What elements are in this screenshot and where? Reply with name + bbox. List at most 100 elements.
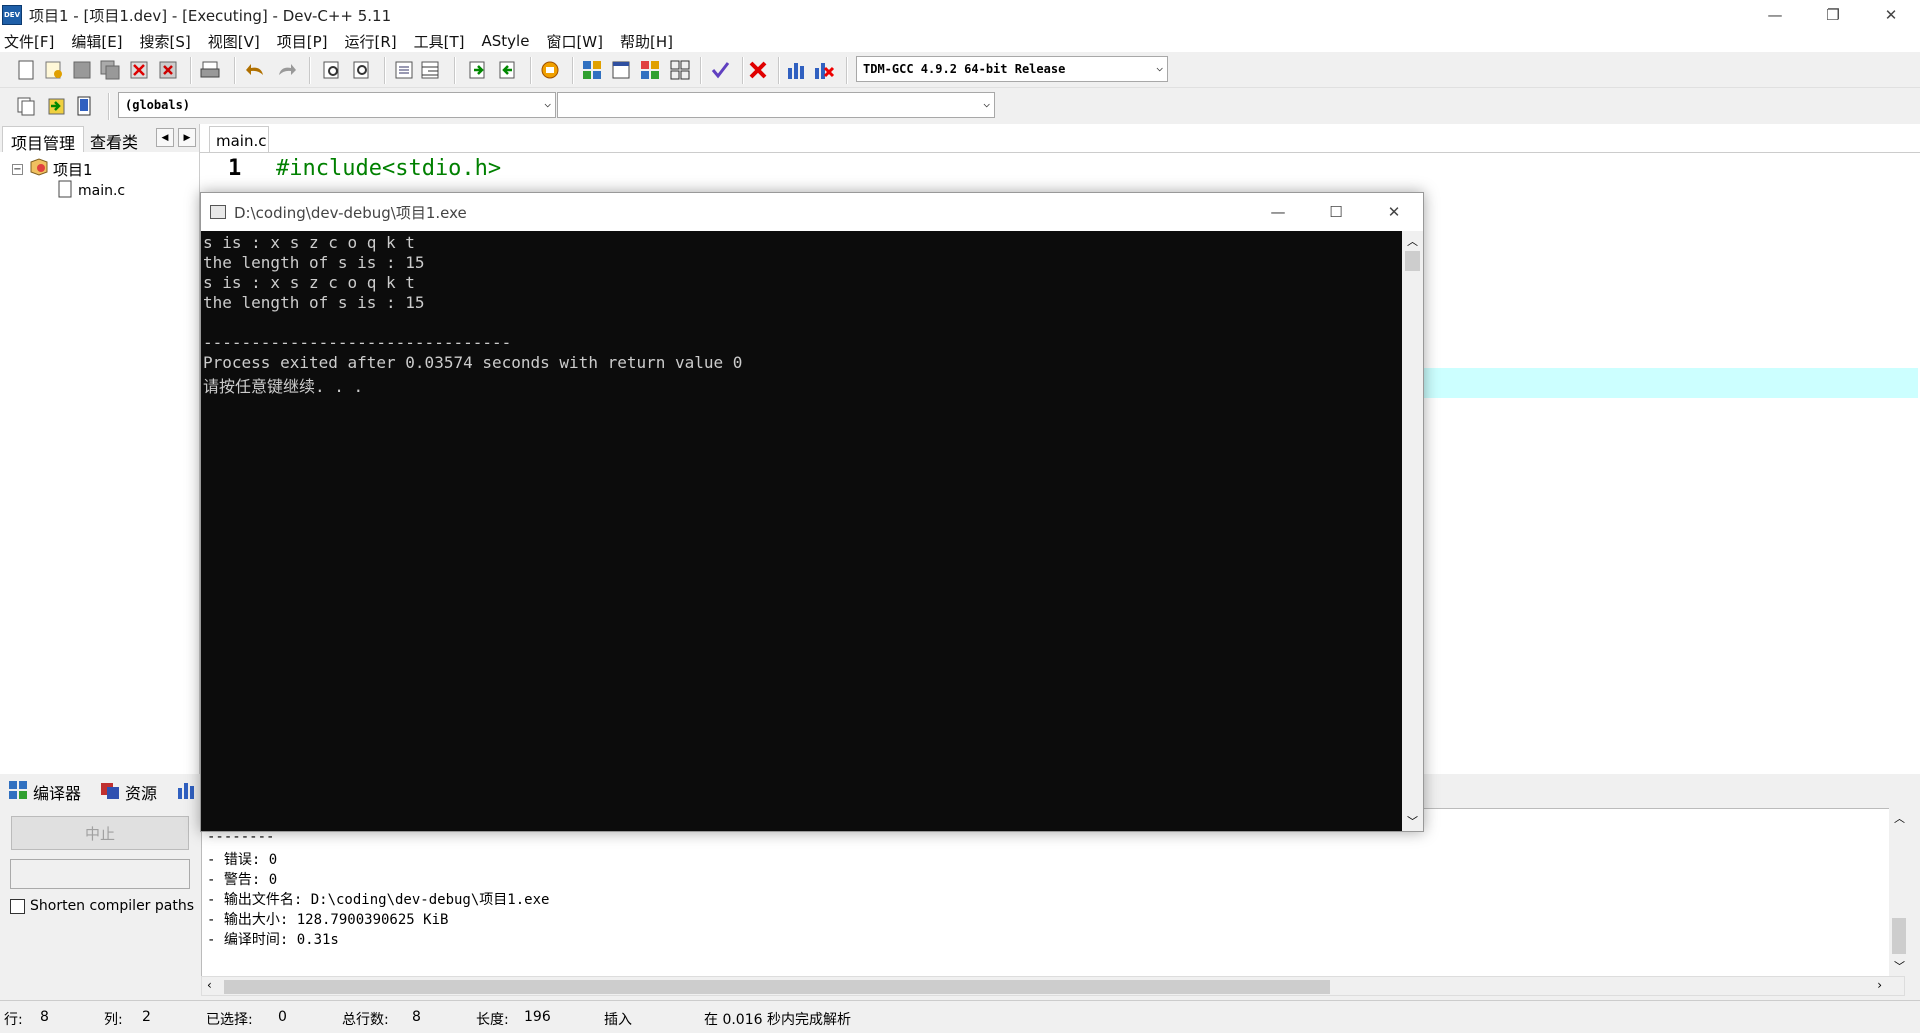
status-length-label: 长度: bbox=[476, 1012, 509, 1028]
abort-compilation-button[interactable]: 中止 bbox=[11, 816, 189, 850]
log-line: - 输出文件名: D:\coding\dev-debug\项目1.exe bbox=[207, 892, 550, 908]
replace-icon[interactable] bbox=[350, 58, 374, 82]
menu-astyle[interactable]: AStyle bbox=[482, 32, 530, 50]
close-file-icon[interactable] bbox=[127, 58, 151, 82]
compile-icon[interactable] bbox=[580, 58, 604, 82]
console-scroll-thumb[interactable] bbox=[1405, 251, 1420, 271]
toggle-bookmark-icon[interactable] bbox=[44, 94, 68, 118]
console-line: the length of s is : 15 bbox=[203, 293, 425, 312]
code-line[interactable]: #include<stdio.h> bbox=[276, 156, 501, 181]
console-line: Process exited after 0.03574 seconds wit… bbox=[203, 353, 743, 372]
status-selected-label: 已选择: bbox=[206, 1012, 253, 1028]
log-scroll-thumb[interactable] bbox=[1892, 918, 1906, 954]
console-close-button[interactable]: ✕ bbox=[1365, 193, 1423, 231]
compile-run-icon[interactable] bbox=[638, 58, 662, 82]
run-icon[interactable] bbox=[609, 58, 633, 82]
editor-tab-main-c[interactable]: main.c bbox=[209, 126, 269, 153]
console-window[interactable]: D:\coding\dev-debug\项目1.exe — ☐ ✕ s is :… bbox=[200, 192, 1424, 832]
menu-tools[interactable]: 工具[T] bbox=[414, 31, 465, 52]
collapse-icon[interactable]: − bbox=[12, 163, 23, 175]
menu-view[interactable]: 视图[V] bbox=[208, 31, 260, 52]
log-horizontal-scrollbar[interactable]: ‹ › bbox=[201, 976, 1905, 996]
menu-run[interactable]: 运行[R] bbox=[344, 31, 396, 52]
log-line: - 输出大小: 128.7900390625 KiB bbox=[207, 912, 449, 928]
menu-file[interactable]: 文件[F] bbox=[4, 31, 54, 52]
progress-box bbox=[10, 859, 190, 889]
chevron-down-icon: ⌵ bbox=[983, 97, 990, 110]
console-scrollbar[interactable]: ︿ ﹀ bbox=[1402, 231, 1423, 831]
scope-select[interactable]: (globals) ⌵ bbox=[118, 92, 556, 118]
shorten-paths-option[interactable]: Shorten compiler paths bbox=[10, 898, 194, 914]
compile-log-output[interactable]: -------- - 错误: 0 - 警告: 0 - 输出文件名: D:\cod… bbox=[201, 808, 1905, 996]
log-hscroll-thumb[interactable] bbox=[224, 980, 1330, 994]
scroll-right-icon[interactable]: › bbox=[1877, 978, 1882, 992]
menu-project[interactable]: 项目[P] bbox=[277, 31, 328, 52]
close-all-icon[interactable] bbox=[156, 58, 180, 82]
unindent-icon[interactable] bbox=[418, 58, 442, 82]
menu-search[interactable]: 搜索[S] bbox=[140, 31, 191, 52]
tab-compile-log[interactable] bbox=[176, 780, 196, 804]
tab-scroll-left-icon[interactable]: ◀ bbox=[156, 128, 174, 147]
devcpp-app-icon: DEV bbox=[2, 5, 22, 25]
rebuild-icon[interactable] bbox=[668, 58, 692, 82]
undo-icon[interactable] bbox=[244, 58, 268, 82]
redo-icon[interactable] bbox=[274, 58, 298, 82]
debug-icon[interactable] bbox=[812, 58, 836, 82]
compile-log-controls: 中止 Shorten compiler paths bbox=[0, 806, 200, 996]
save-icon[interactable] bbox=[70, 58, 94, 82]
tab-resources[interactable]: 资源 bbox=[100, 780, 157, 804]
bookmark-icon[interactable] bbox=[496, 58, 520, 82]
profile-icon[interactable] bbox=[784, 58, 808, 82]
new-file-icon[interactable] bbox=[14, 58, 38, 82]
tree-item-file[interactable]: main.c bbox=[58, 180, 125, 202]
goto-icon[interactable] bbox=[466, 58, 490, 82]
new-project-icon[interactable] bbox=[538, 58, 562, 82]
restore-button[interactable]: ❐ bbox=[1804, 0, 1862, 30]
find-icon[interactable] bbox=[320, 58, 344, 82]
log-vertical-scrollbar[interactable]: ︿ ﹀ bbox=[1889, 808, 1909, 976]
log-line: - 错误: 0 bbox=[207, 852, 278, 868]
tree-item-project[interactable]: − 项目1 bbox=[12, 158, 93, 180]
tab-project[interactable]: 项目管理 bbox=[2, 126, 85, 153]
scroll-up-icon[interactable]: ︿ bbox=[1894, 810, 1905, 826]
insert-icon[interactable] bbox=[14, 94, 38, 118]
save-all-icon[interactable] bbox=[98, 58, 122, 82]
goto-bookmark-icon[interactable] bbox=[72, 94, 96, 118]
chevron-down-icon: ⌵ bbox=[544, 97, 551, 110]
console-line: the length of s is : 15 bbox=[203, 253, 425, 272]
syntax-check-icon[interactable] bbox=[708, 58, 732, 82]
scroll-left-icon[interactable]: ‹ bbox=[207, 978, 212, 992]
open-file-icon[interactable] bbox=[42, 58, 66, 82]
menu-help[interactable]: 帮助[H] bbox=[620, 31, 673, 52]
scope-select-value: (globals) bbox=[125, 98, 191, 112]
status-parse-time: 在 0.016 秒内完成解析 bbox=[704, 1012, 851, 1028]
shorten-paths-checkbox[interactable] bbox=[10, 898, 25, 914]
console-line: s is : x s z c o q k t bbox=[203, 273, 415, 292]
print-icon[interactable] bbox=[198, 58, 222, 82]
console-output[interactable]: s is : x s z c o q k t the length of s i… bbox=[201, 231, 1402, 831]
project-panel: 项目管理 查看类 ◀ ▶ − 项目1 main.c bbox=[0, 124, 200, 774]
menu-edit[interactable]: 编辑[E] bbox=[71, 31, 122, 52]
compiler-select[interactable]: TDM-GCC 4.9.2 64-bit Release ⌵ bbox=[856, 56, 1168, 82]
console-minimize-button[interactable]: — bbox=[1249, 193, 1307, 231]
console-title-bar[interactable]: D:\coding\dev-debug\项目1.exe — ☐ ✕ bbox=[201, 193, 1423, 231]
tree-item-label: 项目1 bbox=[53, 160, 93, 179]
close-button[interactable]: ✕ bbox=[1862, 0, 1920, 30]
scroll-up-icon[interactable]: ︿ bbox=[1407, 233, 1418, 249]
scroll-down-icon[interactable]: ﹀ bbox=[1894, 958, 1905, 974]
menu-window[interactable]: 窗口[W] bbox=[546, 31, 603, 52]
console-maximize-button[interactable]: ☐ bbox=[1307, 193, 1365, 231]
menu-bar: 文件[F] 编辑[E] 搜索[S] 视图[V] 项目[P] 运行[R] 工具[T… bbox=[0, 30, 1920, 52]
chevron-down-icon: ⌵ bbox=[1156, 61, 1163, 74]
indent-icon[interactable] bbox=[392, 58, 416, 82]
function-select[interactable]: ⌵ bbox=[557, 92, 995, 118]
scroll-down-icon[interactable]: ﹀ bbox=[1407, 813, 1418, 829]
tab-scroll-right-icon[interactable]: ▶ bbox=[178, 128, 196, 147]
stop-execution-icon[interactable] bbox=[746, 58, 770, 82]
tab-compiler[interactable]: 编译器 bbox=[8, 780, 81, 804]
console-line: 请按任意键继续. . . bbox=[203, 377, 364, 396]
minimize-button[interactable]: — bbox=[1746, 0, 1804, 30]
tab-classes[interactable]: 查看类 bbox=[82, 126, 146, 152]
status-col-label: 列: bbox=[104, 1012, 123, 1028]
tab-label: 资源 bbox=[125, 784, 158, 803]
